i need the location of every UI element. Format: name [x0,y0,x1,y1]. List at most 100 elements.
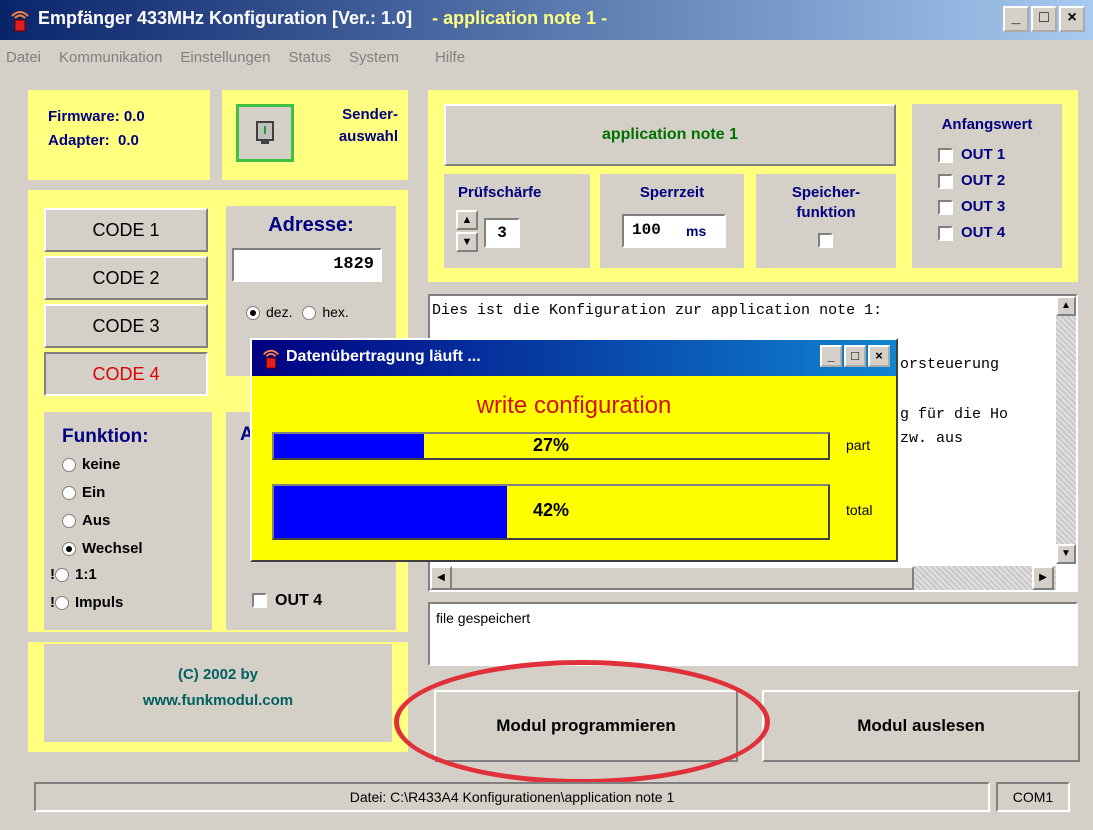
menu-einstellungen[interactable]: Einstellungen [180,49,270,66]
radio-1-1[interactable] [55,568,69,583]
part-progress-text: 27% [532,435,570,455]
out1-checkbox[interactable] [938,147,953,163]
speicher-checkbox[interactable] [818,233,833,249]
adapter-label: Adapter: 0.0 [48,132,139,149]
radio-wechsel[interactable] [62,542,76,557]
config-name-box: application note 1 [444,104,896,166]
out2-checkbox[interactable] [938,173,953,189]
horizontal-scroll-thumb[interactable] [430,566,914,590]
option-1-1[interactable]: ! 1:1 [50,566,97,583]
vertical-scrollbar[interactable] [1056,296,1076,564]
description-line-3: g für die Ho [900,406,1009,423]
pruefschaerfe-panel: Prüfschärfe ▲ ▼ 3 [444,174,590,268]
firmware-panel: Firmware: 0.0 Adapter: 0.0 [28,90,210,180]
description-line-4: zw. aus [900,430,964,447]
out2-label: OUT 2 [961,172,1006,189]
sperrzeit-panel: Sperrzeit 100 ms [600,174,744,268]
option-impuls[interactable]: ! Impuls [50,594,123,611]
close-button[interactable]: × [1059,6,1085,32]
config-name: application note 1 [601,126,738,143]
funktion-label: Funktion: [62,426,149,447]
sender-select-button[interactable] [236,104,294,162]
code-2-button[interactable]: CODE 2 [44,256,208,300]
total-progress-text: 42% [532,500,570,520]
out3-checkbox[interactable] [938,199,953,215]
radio-impuls[interactable] [55,596,69,611]
antenna-icon [11,11,29,32]
out4-checkbox[interactable] [252,593,267,609]
firmware-label: Firmware: 0.0 [48,108,145,125]
menu-kommunikation[interactable]: Kommunikation [59,49,162,66]
sender-panel: Sender- auswahl [222,90,408,180]
anfangswert-out4[interactable]: OUT 4 [938,224,1005,241]
log-text: file gespeichert [436,610,531,626]
menu-hilfe[interactable]: Hilfe [435,49,465,66]
radio-keine[interactable] [62,458,76,473]
option-aus[interactable]: Aus [62,512,110,529]
menu-status[interactable]: Status [289,49,332,66]
scroll-up-button[interactable]: ▲ [1056,296,1076,316]
dialog-close-button[interactable]: × [868,345,890,367]
code-1-button[interactable]: CODE 1 [44,208,208,252]
sender-label-2: auswahl [338,128,398,145]
pruefschaerfe-input[interactable]: 3 [484,218,520,248]
dialog-maximize-button[interactable]: □ [844,345,866,367]
anfangswert-out3[interactable]: OUT 3 [938,198,1005,215]
sperrzeit-label: Sperrzeit [639,184,705,201]
radio-ein[interactable] [62,486,76,501]
total-progress-bar: 42% [272,484,830,540]
sperrzeit-field[interactable]: 100 ms [622,214,726,248]
speicher-checkbox-wrap [818,232,841,250]
out3-label: OUT 3 [961,198,1006,215]
hex-radio[interactable] [302,306,317,321]
anfangswert-out1[interactable]: OUT 1 [938,146,1005,163]
dialog-minimize-button[interactable]: _ [820,345,842,367]
dialog-controls: _ □ × [820,345,890,367]
antenna-icon [263,349,279,369]
remote-icon [256,121,274,144]
window-title: Empfänger 433MHz Konfiguration [Ver.: 1.… [38,8,607,29]
menu-datei[interactable]: Datei [6,49,41,66]
anfangswert-out4-checkbox[interactable] [938,225,953,241]
code-4-button[interactable]: CODE 4 [44,352,208,396]
sender-label-1: Sender- [342,106,398,123]
description-line-1: Dies ist die Konfiguration zur applicati… [432,302,883,319]
total-label: total [846,502,873,518]
radio-aus[interactable] [62,514,76,529]
dez-radio[interactable] [246,306,260,321]
option-wechsel[interactable]: Wechsel [62,540,143,557]
menu-system[interactable]: System [349,49,399,66]
spin-up-button[interactable]: ▲ [456,210,478,230]
anfangswert-out4-label: OUT 4 [961,224,1006,241]
minimize-button[interactable]: _ [1003,6,1029,32]
window-controls: _ □ × [1003,6,1085,32]
copyright-link[interactable]: www.funkmodul.com [44,692,392,709]
option-ein-label: Ein [82,484,106,501]
dez-label: dez. [266,304,293,320]
maximize-button[interactable]: □ [1031,6,1057,32]
scroll-down-button[interactable]: ▼ [1056,544,1076,564]
out1-label: OUT 1 [961,146,1006,163]
status-port: COM1 [996,782,1070,812]
funktion-panel: Funktion: keine Ein Aus Wechsel ! 1:1 ! Im… [44,412,212,630]
option-keine[interactable]: keine [62,456,120,473]
output-out4[interactable]: OUT 4 [252,592,322,610]
adresse-input[interactable]: 1829 [232,248,382,282]
scroll-left-button[interactable]: ◀ [430,566,452,590]
out4-label: OUT 4 [275,592,323,609]
option-ein[interactable]: Ein [62,484,105,501]
code-3-button[interactable]: CODE 3 [44,304,208,348]
dialog-title: Datenübertragung läuft ... [286,348,481,365]
speicher-label-2: funktion [796,204,856,221]
pruefschaerfe-label: Prüfschärfe [458,184,542,201]
scroll-right-button[interactable]: ▶ [1032,566,1054,590]
anfangswert-out2[interactable]: OUT 2 [938,172,1005,189]
log-box: file gespeichert [428,602,1078,666]
option-1-1-label: 1:1 [75,566,97,583]
hex-label: hex. [322,304,349,320]
read-module-button[interactable]: Modul auslesen [762,690,1080,762]
number-format-group: dez. hex. [246,304,349,321]
part-label: part [846,437,871,453]
spin-down-button[interactable]: ▼ [456,232,478,252]
option-aus-label: Aus [82,512,111,529]
